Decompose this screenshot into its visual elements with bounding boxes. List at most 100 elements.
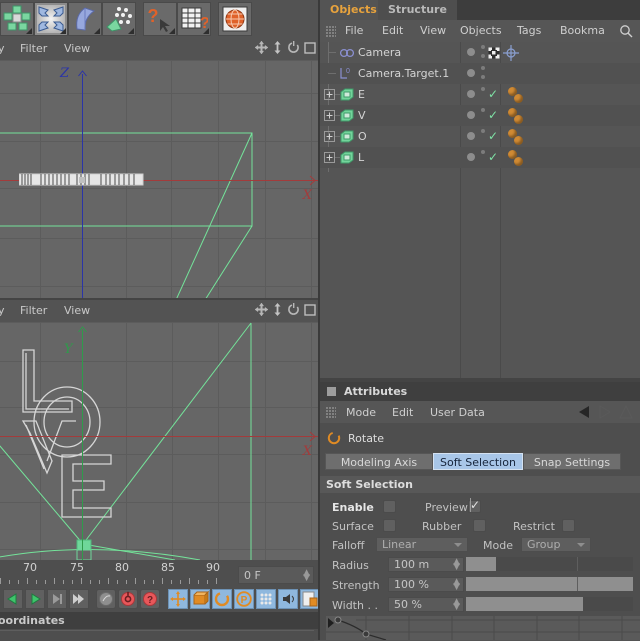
move-icon[interactable]	[255, 303, 268, 316]
help-cursor-tool[interactable]: ?	[143, 2, 177, 36]
viewport-top-menu-view[interactable]: View	[64, 42, 90, 55]
tab-soft-selection[interactable]: Soft Selection	[433, 453, 523, 470]
enable-checkbox[interactable]	[383, 500, 396, 513]
table-row[interactable]: V ✓	[320, 105, 640, 126]
tag-icon[interactable]	[514, 157, 523, 166]
viewport-top-menu-0[interactable]: y	[0, 42, 5, 55]
viewport-bottom-menu-0[interactable]: y	[0, 304, 5, 317]
timeline-ruler[interactable]: 70 75 80 85 90	[0, 560, 232, 588]
text-object-icon[interactable]	[340, 151, 354, 164]
play-forward-button[interactable]	[25, 589, 45, 609]
render-dot-upper[interactable]	[481, 150, 485, 154]
object-name[interactable]: E	[358, 88, 365, 101]
visibility-dot[interactable]	[467, 132, 475, 140]
restrict-checkbox[interactable]	[562, 519, 575, 532]
falloff-curve-editor[interactable]	[326, 616, 640, 640]
expand-plus-icon[interactable]	[324, 152, 335, 163]
text-object-icon[interactable]	[340, 130, 354, 143]
maximize-icon[interactable]	[304, 41, 316, 54]
visibility-dot[interactable]	[467, 90, 475, 98]
layer-mode-button[interactable]	[300, 589, 320, 609]
enabled-check-icon[interactable]: ✓	[488, 87, 498, 101]
objects-menu-tags[interactable]: Tags	[517, 24, 541, 37]
table-row[interactable]: E ✓	[320, 84, 640, 105]
enabled-check-icon[interactable]: ✓	[488, 150, 498, 164]
width-slider-track[interactable]	[466, 597, 633, 611]
magnet-tool[interactable]	[34, 2, 68, 36]
object-name[interactable]: Camera	[358, 46, 401, 59]
grip-icon[interactable]	[326, 26, 336, 37]
keyframe-help-button[interactable]: ?	[140, 589, 160, 609]
param-mode-button[interactable]: P	[234, 589, 254, 609]
web-help-tool[interactable]	[218, 2, 252, 36]
updown-icon[interactable]	[272, 303, 283, 316]
expand-plus-icon[interactable]	[324, 110, 335, 121]
attributes-menu-edit[interactable]: Edit	[392, 406, 413, 419]
table-row[interactable]: Camera	[320, 42, 640, 63]
scale-mode-button[interactable]	[190, 589, 210, 609]
object-name[interactable]: O	[358, 130, 367, 143]
play-back-button[interactable]	[3, 589, 23, 609]
expand-plus-icon[interactable]	[324, 89, 335, 100]
attributes-menu-mode[interactable]: Mode	[346, 406, 376, 419]
object-name[interactable]: Camera.Target.1	[358, 67, 449, 80]
viewport-bottom-canvas[interactable]: Y X	[0, 322, 320, 560]
tab-modeling-axis[interactable]: Modeling Axis	[325, 453, 433, 470]
rubber-checkbox[interactable]	[473, 519, 486, 532]
surface-checkbox[interactable]	[383, 519, 396, 532]
rotate-mode-button[interactable]	[212, 589, 232, 609]
enabled-check-icon[interactable]: ✓	[488, 108, 498, 122]
falloff-dropdown[interactable]: Linear	[376, 537, 468, 552]
goto-end-button[interactable]	[69, 589, 89, 609]
attributes-menu-userdata[interactable]: User Data	[430, 406, 485, 419]
coordinates-content[interactable]	[0, 630, 314, 641]
tag-icon[interactable]	[514, 136, 523, 145]
radius-slider-track[interactable]	[466, 557, 633, 571]
deformer-tool[interactable]	[0, 2, 34, 36]
script-help-tool[interactable]: ?	[177, 2, 211, 36]
strength-spinner[interactable]: ▲ ▼	[453, 578, 460, 592]
object-name[interactable]: V	[358, 109, 366, 122]
render-dot-upper[interactable]	[481, 45, 485, 49]
table-row[interactable]: L ✓	[320, 147, 640, 168]
mode-dropdown[interactable]: Group	[521, 537, 591, 552]
target-tag-icon[interactable]	[488, 47, 500, 59]
width-input[interactable]: 50 % ▲ ▼	[388, 597, 464, 612]
visibility-dot[interactable]	[467, 48, 475, 56]
render-dot-upper[interactable]	[481, 66, 485, 70]
target-null-icon[interactable]: 0	[340, 67, 354, 79]
record-button[interactable]	[118, 589, 138, 609]
tab-objects[interactable]: Objects	[320, 0, 387, 20]
maximize-icon[interactable]	[304, 303, 316, 316]
objects-menu-bookmarks[interactable]: Bookma	[560, 24, 605, 37]
tag-icon[interactable]	[514, 94, 523, 103]
render-dot-upper[interactable]	[481, 87, 485, 91]
viewport-top-canvas[interactable]: Z X	[0, 60, 320, 300]
table-row[interactable]: 0 Camera.Target.1	[320, 63, 640, 84]
objects-menu-objects[interactable]: Objects	[460, 24, 502, 37]
particle-emitter-tool[interactable]	[102, 2, 136, 36]
tab-structure[interactable]: Structure	[378, 0, 457, 20]
render-dot-lower[interactable]	[481, 75, 485, 79]
camera-icon[interactable]	[340, 47, 354, 59]
expand-plus-icon[interactable]	[324, 131, 335, 142]
move-icon[interactable]	[255, 41, 268, 54]
render-dot-upper[interactable]	[481, 129, 485, 133]
render-dot-lower[interactable]	[481, 54, 485, 58]
sound-mode-button[interactable]	[278, 589, 298, 609]
updown-icon[interactable]	[272, 41, 283, 54]
rotate-icon[interactable]	[287, 303, 300, 316]
forward-arrow-icon[interactable]	[596, 405, 612, 419]
bend-object-tool[interactable]	[68, 2, 102, 36]
enabled-check-icon[interactable]: ✓	[488, 129, 498, 143]
width-spinner[interactable]: ▲ ▼	[453, 598, 460, 612]
rotate-icon[interactable]	[287, 41, 300, 54]
visibility-dot[interactable]	[467, 69, 475, 77]
text-object-icon[interactable]	[340, 109, 354, 122]
up-arrow-icon[interactable]	[618, 405, 634, 419]
visibility-dot[interactable]	[467, 111, 475, 119]
next-frame-button[interactable]	[47, 589, 67, 609]
object-name[interactable]: L	[358, 151, 364, 164]
table-row[interactable]: O ✓	[320, 126, 640, 147]
strength-slider-track[interactable]	[466, 577, 633, 591]
